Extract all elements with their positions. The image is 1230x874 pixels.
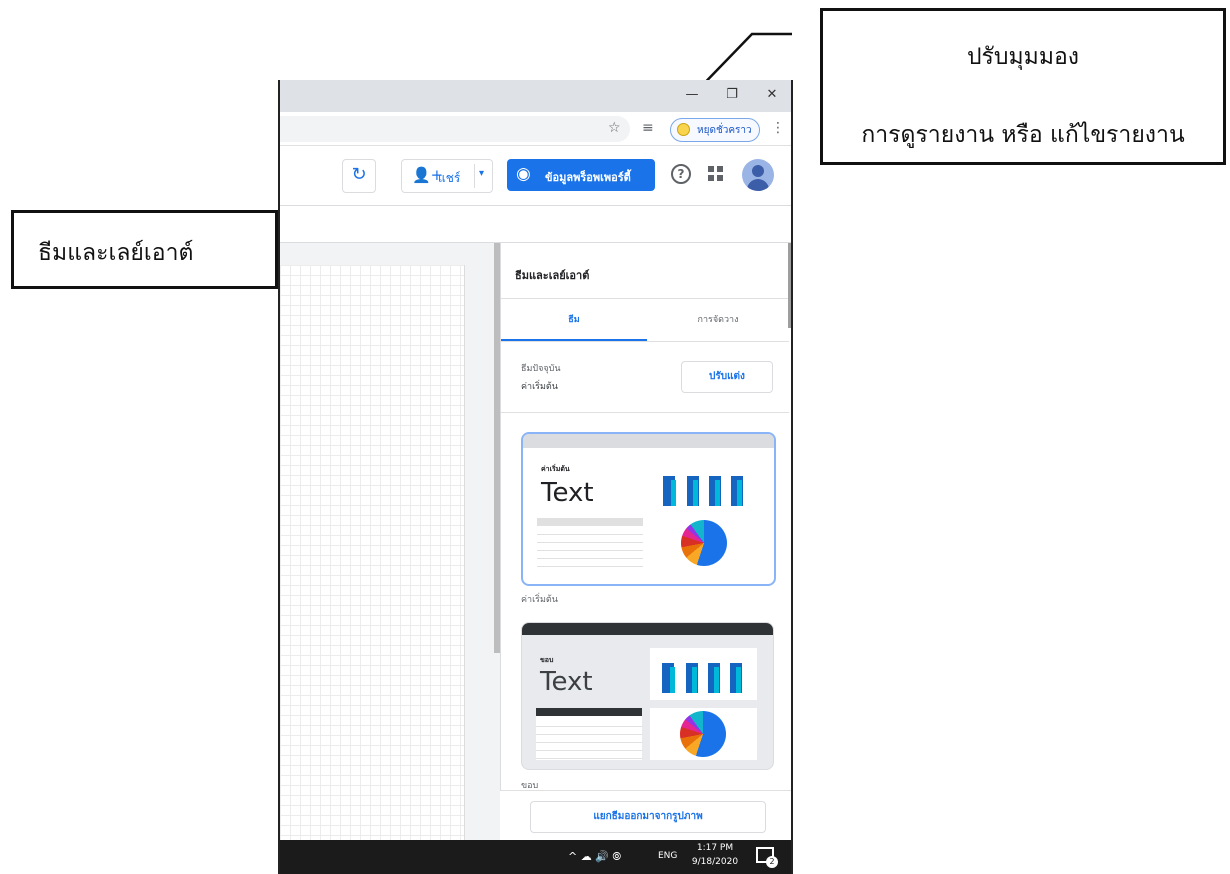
theme-preview-small-text: ค่าเริ่มต้น	[541, 465, 570, 473]
windows-taskbar: ^ ☁ 🔊 ⦾ ENG 1:17 PM 9/18/2020 2	[280, 840, 791, 874]
restore-button[interactable]: ❐	[718, 84, 746, 106]
eye-icon: ◉	[516, 164, 531, 184]
theme-preview-table	[536, 708, 642, 760]
theme-preview-small-text: ขอบ	[540, 656, 554, 664]
help-icon[interactable]: ?	[671, 164, 691, 184]
avatar[interactable]	[742, 159, 774, 191]
report-canvas-area	[280, 243, 500, 840]
share-divider	[474, 164, 475, 188]
refresh-data-button[interactable]: ↻	[342, 159, 376, 193]
theme-preview-big-text: Text	[541, 478, 594, 508]
theme-layout-panel: ธีมและเลย์เอาต์ ธีม การจัดวาง ธีมปัจจุบั…	[500, 243, 791, 840]
view-mode-label: ข้อมูลพร็อพเพอร์ตี้	[545, 171, 631, 184]
share-dropdown-icon[interactable]: ▾	[479, 168, 484, 179]
refresh-icon: ↻	[351, 164, 367, 185]
panel-scrollbar[interactable]	[788, 243, 791, 328]
theme-card-default[interactable]: ค่าเริ่มต้น Text	[521, 432, 776, 586]
clock-time[interactable]: 1:17 PM	[690, 843, 740, 853]
theme-preview-bar-chart	[663, 470, 753, 506]
view-mode-button[interactable]: ◉ ข้อมูลพร็อพเพอร์ตี้	[507, 159, 655, 191]
edit-toolbar	[280, 206, 791, 243]
browser-window: — ❐ ✕ ☆ ≡ หยุดชั่วคราว ⋮ ↻ 👤+ แชร์ ▾ ◉ ข…	[278, 80, 793, 874]
notification-count-badge: 2	[766, 856, 778, 868]
minimize-button[interactable]: —	[678, 84, 706, 106]
sync-paused-chip[interactable]: หยุดชั่วคราว	[670, 118, 760, 142]
callout-view-mode-title: ปรับมุมมอง	[966, 44, 1080, 70]
app-header: ↻ 👤+ แชร์ ▾ ◉ ข้อมูลพร็อพเพอร์ตี้ ?	[280, 146, 791, 206]
callout-view-mode-desc: การดูรายงาน หรือ แก้ไขรายงาน	[861, 122, 1185, 148]
callout-theme-layout: ธีมและเลย์เอาต์	[11, 210, 278, 289]
report-canvas[interactable]	[280, 265, 465, 840]
theme-card-edge[interactable]: ขอบ Text	[521, 622, 774, 770]
share-button[interactable]: 👤+ แชร์ ▾	[401, 159, 493, 193]
close-button[interactable]: ✕	[758, 84, 786, 106]
profile-dot-icon	[677, 123, 690, 136]
theme-preview-pie-chart	[681, 520, 727, 566]
browser-menu-icon[interactable]: ⋮	[771, 120, 785, 136]
browser-toolbar: ☆ ≡ หยุดชั่วคราว ⋮	[280, 112, 791, 146]
extract-theme-from-image-button[interactable]: แยกธีมออกมาจากรูปภาพ	[530, 801, 766, 833]
callout-theme-layout-text: ธีมและเลย์เอาต์	[38, 240, 194, 266]
panel-title: ธีมและเลย์เอาต์	[515, 269, 590, 282]
theme-preview-big-text: Text	[540, 667, 593, 697]
current-theme-label: ธีมปัจจุบัน	[521, 364, 561, 374]
reading-list-icon[interactable]: ≡	[642, 120, 654, 136]
apps-grid-icon[interactable]	[708, 166, 724, 182]
tab-theme[interactable]: ธีม	[501, 299, 647, 341]
divider	[501, 341, 789, 342]
star-icon[interactable]: ☆	[608, 120, 621, 136]
theme-preview-bar-chart	[662, 661, 752, 693]
callout-view-mode: ปรับมุมมอง การดูรายงาน หรือ แก้ไขรายงาน	[820, 8, 1226, 165]
language-indicator[interactable]: ENG	[658, 851, 677, 861]
theme-preview-pie-chart	[680, 711, 726, 757]
current-theme-value: ค่าเริ่มต้น	[521, 382, 558, 392]
tab-layout[interactable]: การจัดวาง	[647, 299, 789, 341]
clock-date[interactable]: 9/18/2020	[690, 857, 740, 867]
customize-theme-button[interactable]: ปรับแต่ง	[681, 361, 773, 393]
sync-paused-label: หยุดชั่วคราว	[697, 125, 752, 136]
title-bar: — ❐ ✕	[280, 80, 791, 112]
theme-label-default: ค่าเริ่มต้น	[521, 595, 558, 605]
system-tray-icons[interactable]: ^ ☁ 🔊 ⦾	[568, 850, 621, 864]
share-label: แชร์	[438, 171, 461, 185]
panel-footer: แยกธีมออกมาจากรูปภาพ	[500, 790, 791, 840]
address-bar[interactable]	[280, 116, 630, 142]
divider	[501, 412, 789, 413]
theme-preview-table	[537, 518, 643, 568]
